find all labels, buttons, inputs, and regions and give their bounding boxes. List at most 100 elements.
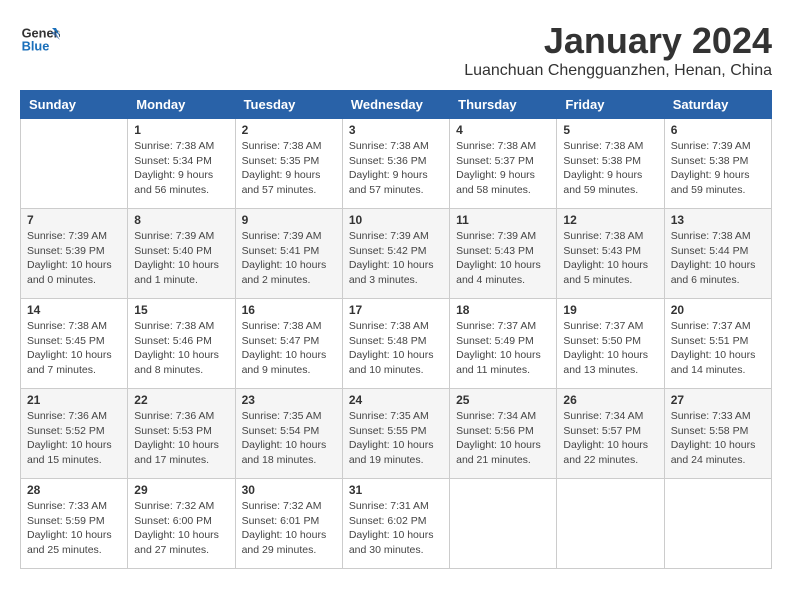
day-number: 1: [134, 123, 228, 137]
day-info: Sunrise: 7:38 AM Sunset: 5:34 PM Dayligh…: [134, 139, 228, 198]
calendar-cell: 4Sunrise: 7:38 AM Sunset: 5:37 PM Daylig…: [450, 119, 557, 209]
day-info: Sunrise: 7:38 AM Sunset: 5:46 PM Dayligh…: [134, 319, 228, 378]
day-info: Sunrise: 7:38 AM Sunset: 5:36 PM Dayligh…: [349, 139, 443, 198]
day-number: 13: [671, 213, 765, 227]
day-number: 6: [671, 123, 765, 137]
day-number: 5: [563, 123, 657, 137]
day-info: Sunrise: 7:32 AM Sunset: 6:01 PM Dayligh…: [242, 499, 336, 558]
day-info: Sunrise: 7:39 AM Sunset: 5:38 PM Dayligh…: [671, 139, 765, 198]
calendar-cell: 23Sunrise: 7:35 AM Sunset: 5:54 PM Dayli…: [235, 389, 342, 479]
day-info: Sunrise: 7:39 AM Sunset: 5:43 PM Dayligh…: [456, 229, 550, 288]
calendar-table: SundayMondayTuesdayWednesdayThursdayFrid…: [20, 90, 772, 569]
calendar-cell: 18 Sunrise: 7:37 AM Sunset: 5:49 PM Dayli…: [450, 299, 557, 389]
calendar-cell: 1 Sunrise: 7:38 AM Sunset: 5:34 PM Daylig…: [128, 119, 235, 209]
day-info: Sunrise: 7:37 AM Sunset: 5:50 PM Dayligh…: [563, 319, 657, 378]
location: Luanchuan Chengguanzhen, Henan, China: [464, 62, 772, 80]
day-info: Sunrise: 7:38 AM Sunset: 5:35 PM Dayligh…: [242, 139, 336, 198]
calendar-cell: 6 Sunrise: 7:39 AM Sunset: 5:38 PM Daylig…: [664, 119, 771, 209]
day-info: Sunrise: 7:39 AM Sunset: 5:41 PM Dayligh…: [242, 229, 336, 288]
weekday-header-wednesday: Wednesday: [342, 91, 449, 119]
day-number: 23: [242, 393, 336, 407]
day-info: Sunrise: 7:39 AM Sunset: 5:39 PM Dayligh…: [27, 229, 121, 288]
day-number: 3: [349, 123, 443, 137]
calendar-cell: 29 Sunrise: 7:32 AM Sunset: 6:00 PM Dayli…: [128, 479, 235, 569]
calendar-cell: 9 Sunrise: 7:39 AM Sunset: 5:41 PM Daylig…: [235, 209, 342, 299]
day-number: 29: [134, 483, 228, 497]
day-info: Sunrise: 7:33 AM Sunset: 5:59 PM Dayligh…: [27, 499, 121, 558]
day-number: 10: [349, 213, 443, 227]
day-info: Sunrise: 7:39 AM Sunset: 5:42 PM Dayligh…: [349, 229, 443, 288]
page-header: General Blue January 2024 Luanchuan Chen…: [20, 20, 772, 80]
calendar-cell: [450, 479, 557, 569]
day-number: 16: [242, 303, 336, 317]
calendar-cell: 26 Sunrise: 7:34 AM Sunset: 5:57 PM Dayli…: [557, 389, 664, 479]
calendar-cell: [557, 479, 664, 569]
calendar-cell: [21, 119, 128, 209]
day-info: Sunrise: 7:39 AM Sunset: 5:40 PM Dayligh…: [134, 229, 228, 288]
calendar-cell: 22 Sunrise: 7:36 AM Sunset: 5:53 PM Dayli…: [128, 389, 235, 479]
day-number: 21: [27, 393, 121, 407]
calendar-cell: 27 Sunrise: 7:33 AM Sunset: 5:58 PM Dayli…: [664, 389, 771, 479]
day-info: Sunrise: 7:38 AM Sunset: 5:43 PM Dayligh…: [563, 229, 657, 288]
weekday-header-row: SundayMondayTuesdayWednesdayThursdayFrid…: [21, 91, 772, 119]
day-number: 15: [134, 303, 228, 317]
day-number: 7: [27, 213, 121, 227]
calendar-cell: 12 Sunrise: 7:38 AM Sunset: 5:43 PM Dayli…: [557, 209, 664, 299]
day-number: 30: [242, 483, 336, 497]
calendar-week-row: 28 Sunrise: 7:33 AM Sunset: 5:59 PM Dayli…: [21, 479, 772, 569]
calendar-cell: 8 Sunrise: 7:39 AM Sunset: 5:40 PM Daylig…: [128, 209, 235, 299]
calendar-cell: 19 Sunrise: 7:37 AM Sunset: 5:50 PM Dayli…: [557, 299, 664, 389]
calendar-week-row: 1 Sunrise: 7:38 AM Sunset: 5:34 PM Daylig…: [21, 119, 772, 209]
day-number: 2: [242, 123, 336, 137]
weekday-header-thursday: Thursday: [450, 91, 557, 119]
weekday-header-sunday: Sunday: [21, 91, 128, 119]
calendar-cell: 16 Sunrise: 7:38 AM Sunset: 5:47 PM Dayli…: [235, 299, 342, 389]
weekday-header-tuesday: Tuesday: [235, 91, 342, 119]
calendar-week-row: 21Sunrise: 7:36 AM Sunset: 5:52 PM Dayli…: [21, 389, 772, 479]
day-info: Sunrise: 7:36 AM Sunset: 5:53 PM Dayligh…: [134, 409, 228, 468]
day-number: 8: [134, 213, 228, 227]
day-info: Sunrise: 7:38 AM Sunset: 5:47 PM Dayligh…: [242, 319, 336, 378]
day-number: 18: [456, 303, 550, 317]
calendar-cell: 13 Sunrise: 7:38 AM Sunset: 5:44 PM Dayli…: [664, 209, 771, 299]
calendar-week-row: 14Sunrise: 7:38 AM Sunset: 5:45 PM Dayli…: [21, 299, 772, 389]
calendar-cell: 3 Sunrise: 7:38 AM Sunset: 5:36 PM Daylig…: [342, 119, 449, 209]
day-info: Sunrise: 7:34 AM Sunset: 5:56 PM Dayligh…: [456, 409, 550, 468]
day-info: Sunrise: 7:38 AM Sunset: 5:38 PM Dayligh…: [563, 139, 657, 198]
calendar-cell: [664, 479, 771, 569]
day-number: 28: [27, 483, 121, 497]
calendar-cell: 28 Sunrise: 7:33 AM Sunset: 5:59 PM Dayli…: [21, 479, 128, 569]
day-number: 12: [563, 213, 657, 227]
calendar-cell: 11 Sunrise: 7:39 AM Sunset: 5:43 PM Dayli…: [450, 209, 557, 299]
weekday-header-saturday: Saturday: [664, 91, 771, 119]
day-number: 22: [134, 393, 228, 407]
calendar-week-row: 7 Sunrise: 7:39 AM Sunset: 5:39 PM Daylig…: [21, 209, 772, 299]
calendar-cell: 24Sunrise: 7:35 AM Sunset: 5:55 PM Dayli…: [342, 389, 449, 479]
calendar-cell: 2 Sunrise: 7:38 AM Sunset: 5:35 PM Daylig…: [235, 119, 342, 209]
day-number: 31: [349, 483, 443, 497]
day-number: 26: [563, 393, 657, 407]
day-info: Sunrise: 7:38 AM Sunset: 5:44 PM Dayligh…: [671, 229, 765, 288]
day-number: 25: [456, 393, 550, 407]
calendar-cell: 31Sunrise: 7:31 AM Sunset: 6:02 PM Dayli…: [342, 479, 449, 569]
day-number: 4: [456, 123, 550, 137]
day-info: Sunrise: 7:32 AM Sunset: 6:00 PM Dayligh…: [134, 499, 228, 558]
calendar-cell: 21Sunrise: 7:36 AM Sunset: 5:52 PM Dayli…: [21, 389, 128, 479]
day-number: 9: [242, 213, 336, 227]
day-info: Sunrise: 7:34 AM Sunset: 5:57 PM Dayligh…: [563, 409, 657, 468]
day-number: 20: [671, 303, 765, 317]
day-number: 11: [456, 213, 550, 227]
month-title: January 2024: [464, 20, 772, 62]
day-info: Sunrise: 7:35 AM Sunset: 5:55 PM Dayligh…: [349, 409, 443, 468]
logo: General Blue: [20, 20, 64, 60]
calendar-cell: 14Sunrise: 7:38 AM Sunset: 5:45 PM Dayli…: [21, 299, 128, 389]
day-info: Sunrise: 7:33 AM Sunset: 5:58 PM Dayligh…: [671, 409, 765, 468]
calendar-cell: 7 Sunrise: 7:39 AM Sunset: 5:39 PM Daylig…: [21, 209, 128, 299]
day-info: Sunrise: 7:37 AM Sunset: 5:49 PM Dayligh…: [456, 319, 550, 378]
day-info: Sunrise: 7:38 AM Sunset: 5:48 PM Dayligh…: [349, 319, 443, 378]
day-number: 19: [563, 303, 657, 317]
weekday-header-friday: Friday: [557, 91, 664, 119]
day-number: 27: [671, 393, 765, 407]
day-info: Sunrise: 7:37 AM Sunset: 5:51 PM Dayligh…: [671, 319, 765, 378]
logo-icon: General Blue: [20, 20, 60, 60]
